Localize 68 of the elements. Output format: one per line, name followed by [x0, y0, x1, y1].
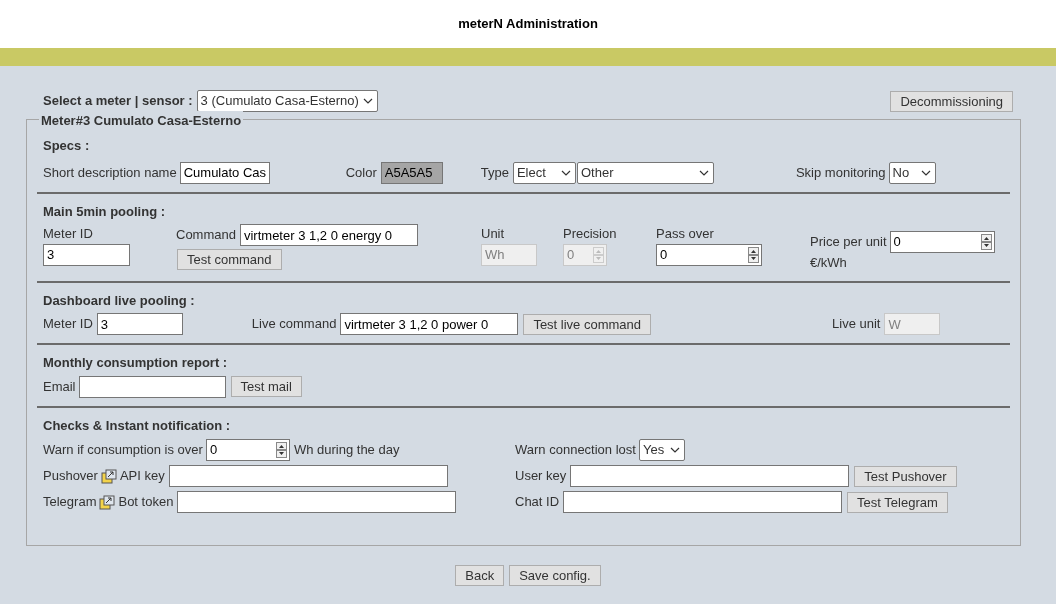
decommissioning-button[interactable]: Decommissioning [890, 90, 1013, 112]
test-live-command-button[interactable]: Test live command [523, 313, 652, 335]
field-label: Type [480, 163, 509, 182]
user-id-input[interactable] [563, 491, 843, 513]
footer-button[interactable]: Back [455, 565, 505, 586]
command-input[interactable]: virtmeter 3 1,2 0 energy 0 [239, 224, 418, 246]
description-input[interactable]: Cumulato Cas [179, 161, 270, 184]
spinner-arrows-icon[interactable] [275, 442, 287, 458]
test-mail-button[interactable]: Test mail [230, 376, 302, 397]
unit-label: €/kWh [810, 254, 848, 272]
email-input[interactable] [78, 375, 226, 398]
field-label: Pushover [43, 467, 98, 486]
field-label: API key [119, 467, 165, 486]
chevron-down-icon [698, 169, 709, 176]
field-label: User key [515, 467, 567, 486]
field-label: Telegram [43, 493, 97, 512]
test-notification-button[interactable]: Test Pushover [854, 465, 957, 487]
token-input[interactable] [168, 465, 448, 487]
section-title: Dashboard live pooling : [43, 291, 196, 310]
external-link-icon[interactable] [99, 494, 116, 510]
field-label: Pass over [656, 225, 715, 243]
footer-button[interactable]: Save config. [509, 565, 601, 586]
chevron-down-icon [362, 98, 373, 104]
field-label: Chat ID [515, 493, 560, 512]
field-label: Wh during the day [293, 441, 400, 460]
consumption-limit-input[interactable]: 0 [205, 439, 290, 461]
external-link-icon[interactable] [100, 468, 117, 484]
spinner-arrows-icon[interactable] [748, 246, 759, 263]
page-title: meterN Administration [458, 15, 598, 34]
section-title: Specs : [43, 137, 91, 155]
section-title: Main 5min pooling : [43, 202, 167, 221]
token-input[interactable] [177, 491, 457, 513]
spinner-arrows-icon[interactable] [980, 234, 992, 250]
pass-over-input[interactable]: 0 [656, 243, 762, 266]
field-label: Live unit [832, 315, 881, 334]
skip-monitoring-select[interactable]: No [888, 161, 936, 184]
field-label: Live command [251, 315, 337, 334]
price-input[interactable]: 0 [889, 231, 995, 253]
chevron-down-icon [920, 169, 931, 176]
field-label: Unit [481, 225, 506, 243]
user-id-input[interactable] [570, 465, 850, 487]
subtype-select[interactable]: Other [576, 161, 714, 184]
chevron-down-icon [669, 447, 680, 453]
field-label: Price per unit [810, 233, 887, 252]
field-label: Command [176, 226, 236, 245]
field-label: Email [43, 377, 76, 396]
live-command-input[interactable]: virtmeter 3 1,2 0 power 0 [340, 313, 519, 335]
field-label: Short description name [43, 163, 177, 182]
section-title: Checks & Instant notification : [43, 416, 232, 435]
field-label: Meter ID [43, 225, 94, 243]
chevron-down-icon [560, 169, 571, 176]
field-label: Warn if consumption is over [43, 441, 203, 460]
field-label: Warn connection lost [515, 441, 636, 460]
test-command-button[interactable]: Test command [177, 249, 282, 270]
section-title: Monthly consumption report : [43, 354, 229, 372]
meter-id-input[interactable]: 3 [43, 243, 130, 266]
meter-select[interactable]: 3 (Cumulato Casa-Esterno) [196, 90, 378, 112]
field-label: Skip monitoring [795, 163, 886, 182]
field-label: Color [345, 163, 377, 182]
type-select[interactable]: Elect [512, 161, 576, 184]
field-label: Bot token [118, 493, 174, 512]
meter-select-label: Select a meter | sensor : [43, 92, 193, 111]
color-input[interactable]: A5A5A5 [380, 161, 443, 184]
meter-id-input[interactable]: 3 [96, 313, 183, 335]
connection-lost-select[interactable]: Yes [638, 439, 685, 461]
test-notification-button[interactable]: Test Telegram [847, 491, 948, 513]
field-label: Meter ID [43, 315, 93, 334]
field-label: Precision [563, 225, 618, 243]
